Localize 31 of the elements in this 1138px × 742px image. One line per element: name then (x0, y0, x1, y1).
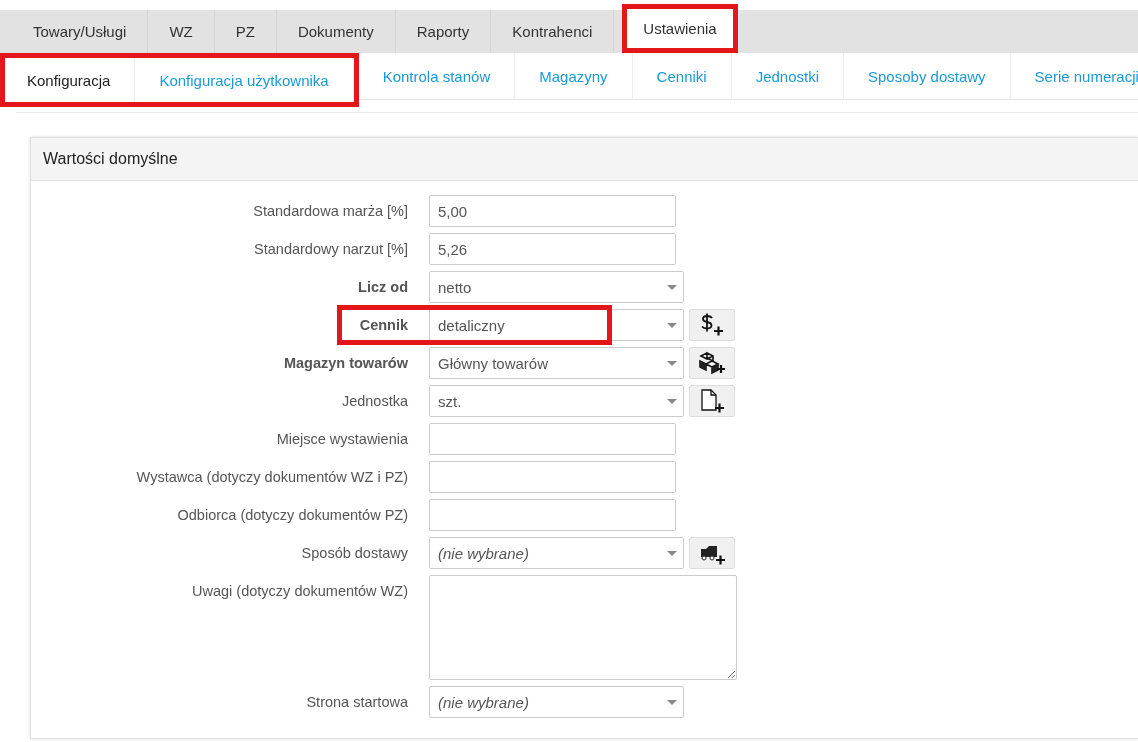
dropdown[interactable]: netto (429, 271, 684, 303)
field-label: Sposób dostawy (300, 544, 408, 561)
field-label: Odbiorca (dotyczy dokumentów PZ) (176, 506, 408, 523)
text-field[interactable]: 5,26 (429, 233, 676, 265)
add-button[interactable] (689, 537, 735, 569)
dropdown[interactable]: (nie wybrane) (429, 686, 684, 718)
field-label: Licz od (357, 278, 408, 295)
dropdown[interactable]: Główny towarów (429, 347, 684, 379)
field-label: Standardowa marża [%] (252, 202, 408, 219)
dropdown[interactable]: (nie wybrane) (429, 537, 684, 569)
field-label: Magazyn towarów (282, 354, 408, 371)
field-label: Uwagi (dotyczy dokumentów WZ) (191, 582, 408, 599)
text-field[interactable] (429, 499, 676, 531)
field-label: Strona startowa (305, 693, 408, 710)
nav-tab[interactable]: Ustawienia (622, 4, 738, 53)
sub-tab[interactable]: Konfiguracja (13, 58, 136, 102)
field-label: Miejsce wystawienia (275, 430, 408, 447)
text-field[interactable] (429, 423, 676, 455)
add-button[interactable] (689, 385, 735, 417)
panel-title: Wartości domyślne (31, 138, 1138, 181)
dropdown[interactable]: szt. (429, 385, 684, 417)
field-label: Cennik (358, 316, 408, 333)
dropdown[interactable]: detaliczny (429, 309, 684, 341)
text-field[interactable] (429, 461, 676, 493)
text-field[interactable]: 5,00 (429, 195, 676, 227)
field-label: Wystawca (dotyczy dokumentów WZ i PZ) (135, 468, 408, 485)
add-button[interactable] (689, 347, 735, 379)
add-button[interactable] (689, 309, 735, 341)
field-label: Jednostka (340, 392, 408, 409)
boxes-plus-icon (697, 350, 727, 376)
field-label: Standardowy narzut [%] (253, 240, 408, 257)
